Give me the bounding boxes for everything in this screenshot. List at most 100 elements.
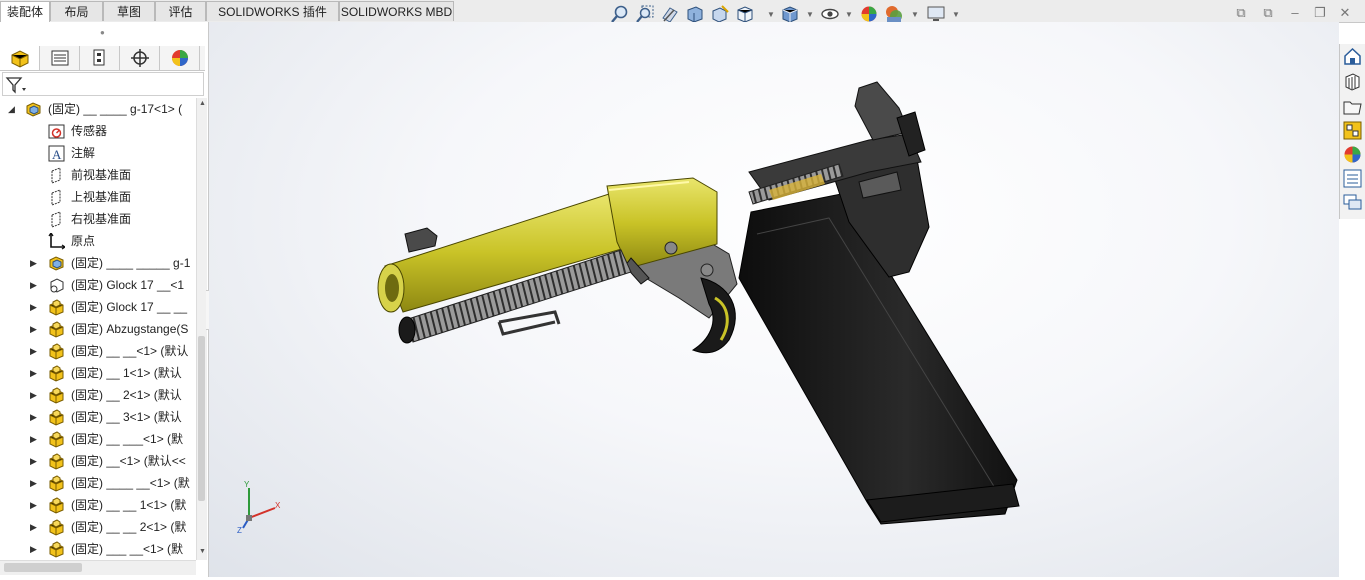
tree-component[interactable]: ▶ (固定) __ __ 2<1> (默 [0, 516, 196, 538]
tree-item-label: 前视基准面 [71, 168, 132, 182]
expand-arrow-icon[interactable]: ▶ [30, 494, 37, 516]
tree-filter-box[interactable] [2, 72, 204, 96]
tree-item-plane[interactable]: 右视基准面 [0, 208, 196, 230]
collapse-arrow-icon[interactable]: ◢ [8, 98, 15, 120]
custom-properties-icon[interactable] [1342, 168, 1363, 189]
expand-arrow-icon[interactable]: ▶ [30, 318, 37, 340]
expand-arrow-icon[interactable]: ▶ [30, 252, 37, 274]
displaymanager-tab[interactable] [160, 46, 200, 70]
section-view-icon[interactable] [685, 4, 705, 24]
tree-component[interactable]: ▶ (固定) ____ _____ g-1 [0, 252, 196, 274]
expand-arrow-icon[interactable]: ▶ [30, 384, 37, 406]
tree-component[interactable]: ▶ (固定) __<1> (默认<< [0, 450, 196, 472]
restore-panel-right-icon[interactable]: ⧉ [1261, 6, 1275, 20]
display-style-dropdown-icon[interactable]: ▼ [806, 10, 814, 19]
pane-grip-icon[interactable]: ● [100, 28, 105, 37]
tree-component[interactable]: ▶ (固定) __ __ 1<1> (默 [0, 494, 196, 516]
solidworks-resources-home-icon[interactable] [1342, 46, 1363, 67]
tree-component[interactable]: ▶ (固定) __ 2<1> (默认 [0, 384, 196, 406]
appearances-scenes-icon[interactable] [1342, 144, 1363, 165]
dimxpertmanager-tab[interactable] [120, 46, 160, 70]
design-library-icon[interactable] [1342, 71, 1363, 92]
tree-component-label: (固定) ____ _____ g-1 [71, 256, 191, 270]
display-style-icon[interactable] [780, 4, 800, 24]
tree-component[interactable]: ▶ (固定) __ 1<1> (默认 [0, 362, 196, 384]
close-icon[interactable]: ✕ [1338, 6, 1352, 20]
command-tab-bar: 装配体 布局 草图 评估 SOLIDWORKS 插件 SOLIDWORKS MB… [0, 0, 1365, 23]
displaymanager-icon [172, 50, 188, 66]
tab-sketch[interactable]: 草图 [103, 1, 155, 21]
view-settings-dropdown-icon[interactable]: ▼ [952, 10, 960, 19]
tree-component[interactable]: ▶ (固定) Abzugstange(S [0, 318, 196, 340]
sensor-icon [48, 124, 65, 139]
file-explorer-icon[interactable] [1342, 96, 1363, 117]
minimize-icon[interactable]: – [1288, 6, 1302, 20]
assembly-icon [26, 102, 41, 117]
expand-arrow-icon[interactable]: ▶ [30, 516, 37, 538]
expand-arrow-icon[interactable]: ▶ [30, 296, 37, 318]
forum-icon[interactable] [1342, 192, 1363, 213]
tree-horizontal-scrollbar[interactable] [0, 560, 196, 575]
tree-component[interactable]: ▶ (固定) __ ___<1> (默 [0, 428, 196, 450]
expand-arrow-icon[interactable]: ▶ [30, 450, 37, 472]
scroll-down-icon[interactable]: ▼ [199, 548, 206, 555]
expand-arrow-icon[interactable]: ▶ [30, 472, 37, 494]
tree-item-plane[interactable]: 前视基准面 [0, 164, 196, 186]
graphics-viewport[interactable]: Y X Z [209, 22, 1339, 577]
hide-show-items-icon[interactable] [820, 4, 840, 24]
scroll-up-icon[interactable]: ▲ [199, 100, 206, 107]
tab-solidworks-addins[interactable]: SOLIDWORKS 插件 [206, 1, 339, 21]
view-palette-icon[interactable] [1342, 120, 1363, 141]
tab-assembly[interactable]: 装配体 [0, 1, 50, 23]
part-icon [49, 431, 64, 448]
apply-scene-icon[interactable] [884, 4, 904, 24]
view-settings-icon[interactable] [926, 4, 946, 24]
tree-component[interactable]: ▶ (固定) Glock 17 __<1 [0, 274, 196, 296]
view-orientation-icon[interactable] [735, 4, 755, 24]
tab-solidworks-mbd[interactable]: SOLIDWORKS MBD [339, 1, 454, 21]
tree-item-label: 右视基准面 [71, 212, 132, 226]
expand-arrow-icon[interactable]: ▶ [30, 538, 37, 560]
restore-panel-left-icon[interactable]: ⧉ [1234, 6, 1248, 20]
tree-component-label: (固定) __ 1<1> (默认 [71, 366, 182, 380]
front-sight [404, 227, 438, 253]
pistol-model [377, 81, 1020, 525]
tab-layout[interactable]: 布局 [50, 1, 103, 21]
tree-component[interactable]: ▶ (固定) __ __<1> (默认 [0, 340, 196, 362]
expand-arrow-icon[interactable]: ▶ [30, 362, 37, 384]
apply-scene-dropdown-icon[interactable]: ▼ [911, 10, 919, 19]
dynamic-annotation-icon[interactable] [710, 4, 730, 24]
part-icon [49, 475, 64, 492]
plane-icon [51, 167, 61, 184]
expand-arrow-icon[interactable]: ▶ [30, 428, 37, 450]
tree-component[interactable]: ▶ (固定) ___ __<1> (默 [0, 538, 196, 560]
previous-view-icon[interactable] [660, 4, 680, 24]
expand-arrow-icon[interactable]: ▶ [30, 340, 37, 362]
configurationmanager-tab[interactable] [80, 46, 120, 70]
filter-funnel-icon[interactable] [5, 76, 27, 94]
tree-item-origin[interactable]: 原点 [0, 230, 196, 252]
view-orientation-dropdown-icon[interactable]: ▼ [767, 10, 775, 19]
maximize-icon[interactable]: ❐ [1313, 6, 1327, 20]
tree-component[interactable]: ▶ (固定) __ 3<1> (默认 [0, 406, 196, 428]
edit-appearance-icon[interactable] [859, 4, 879, 24]
tab-evaluate[interactable]: 评估 [155, 1, 206, 21]
part-icon [49, 343, 64, 360]
tree-component[interactable]: ▶ (固定) ____ __<1> (默 [0, 472, 196, 494]
tree-root-assembly[interactable]: ◢ (固定) __ ____ g-17<1> ( [0, 98, 196, 120]
expand-arrow-icon[interactable]: ▶ [30, 406, 37, 428]
propertymanager-tab[interactable] [40, 46, 80, 70]
zoom-to-fit-icon[interactable] [610, 4, 630, 24]
tree-item-annotation[interactable]: A 注解 [0, 142, 196, 164]
tree-item-plane[interactable]: 上视基准面 [0, 186, 196, 208]
hide-show-dropdown-icon[interactable]: ▼ [845, 10, 853, 19]
tree-vertical-scroll-thumb[interactable] [198, 336, 205, 501]
tree-component-label: (固定) __ __ 1<1> (默 [71, 498, 187, 512]
tree-horizontal-scroll-thumb[interactable] [4, 563, 82, 572]
tree-item-sensor[interactable]: 传感器 [0, 120, 196, 142]
featuremanager-tab[interactable] [0, 46, 40, 70]
tree-component[interactable]: ▶ (固定) Glock 17 __ __ [0, 296, 196, 318]
zoom-to-area-icon[interactable] [635, 4, 655, 24]
expand-arrow-icon[interactable]: ▶ [30, 274, 37, 296]
feature-tree: ◢ (固定) __ ____ g-17<1> ( 传感器 A 注解前视基准面上视基准… [0, 98, 196, 560]
